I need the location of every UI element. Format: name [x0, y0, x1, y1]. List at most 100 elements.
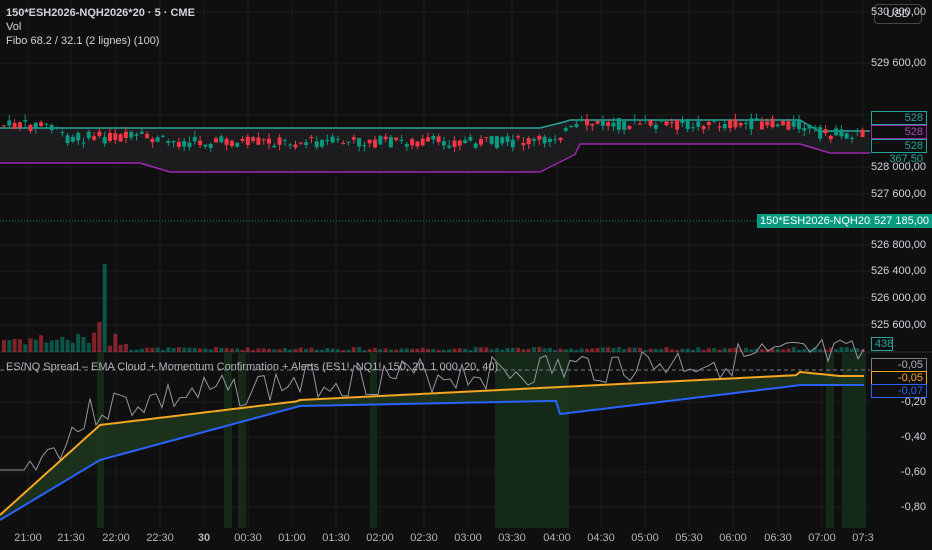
time-axis-label: 22:30	[146, 532, 174, 544]
lower-band-tag: 528 367,50	[871, 139, 927, 165]
candle-body	[659, 119, 664, 122]
volume-bar	[675, 349, 680, 352]
volume-bar	[484, 347, 489, 352]
volume-bar	[240, 349, 245, 352]
vol-label[interactable]: Vol	[6, 20, 195, 34]
candle-body	[775, 124, 780, 127]
candle-body	[17, 122, 22, 128]
candle-body	[680, 119, 685, 124]
volume-bar	[404, 348, 409, 352]
candle-body	[108, 133, 112, 142]
candle-body	[245, 136, 250, 145]
time-axis-label: 02:30	[410, 532, 438, 544]
spread-value-tag: -0,05	[871, 358, 927, 372]
time-axis-label: 01:30	[322, 532, 350, 544]
volume-bar	[219, 348, 224, 352]
candle-body	[367, 139, 372, 144]
volume-bar	[187, 347, 192, 352]
candle-body	[70, 136, 75, 142]
indicator-axis-label: -0,20	[900, 396, 926, 408]
volume-bar	[203, 348, 208, 352]
volume-bar	[595, 348, 600, 352]
candle-body	[738, 123, 743, 126]
candle-body	[76, 133, 81, 141]
candle-body	[447, 145, 452, 148]
volume-bar	[611, 347, 616, 352]
candle-body	[176, 141, 181, 147]
chart-canvas[interactable]	[0, 0, 932, 550]
volume-bar	[431, 349, 436, 352]
candle-body	[521, 142, 526, 146]
candle-body	[12, 122, 17, 129]
volume-bar	[55, 339, 59, 352]
volume-bar	[261, 348, 266, 352]
volume-bar	[706, 348, 711, 352]
candle-body	[791, 121, 796, 127]
fibo-label[interactable]: Fibo 68.2 / 32.1 (2 lignes) (100)	[6, 34, 195, 48]
volume-bar	[850, 348, 854, 352]
volume-bar	[330, 348, 335, 352]
volume-bar	[744, 347, 748, 352]
volume-bar	[113, 333, 118, 352]
volume-bar	[643, 349, 648, 352]
candle-body	[627, 125, 632, 130]
candle-body	[585, 118, 589, 126]
candle-body	[335, 138, 340, 140]
volume-bar	[351, 347, 356, 352]
candle-body	[166, 141, 171, 143]
volume-bar	[362, 349, 367, 352]
volume-bar	[277, 349, 282, 352]
candle-body	[113, 133, 118, 140]
volume-bar	[298, 347, 303, 352]
candle-body	[309, 137, 314, 139]
candle-body	[569, 126, 574, 128]
candle-body	[139, 131, 144, 134]
volume-bar	[166, 347, 171, 352]
candle-body	[203, 144, 208, 147]
volume-bar	[314, 349, 319, 352]
candle-body	[850, 137, 854, 139]
volume-bar	[288, 349, 293, 352]
volume-bar	[388, 349, 393, 352]
volume-bar	[616, 347, 621, 352]
candle-body	[161, 135, 165, 137]
candle-body	[574, 124, 579, 127]
volume-bar	[659, 348, 664, 352]
candle-body	[198, 140, 203, 146]
candle-body	[81, 142, 86, 144]
momentum-zone	[495, 353, 569, 528]
volume-bar	[701, 349, 706, 352]
volume-bar	[399, 348, 404, 352]
candle-body	[49, 125, 54, 131]
volume-bar	[341, 349, 346, 352]
volume-bar	[245, 347, 250, 352]
volume-bar	[558, 348, 563, 352]
volume-bar	[447, 349, 452, 352]
candle-body	[410, 139, 415, 146]
time-axis-label: 21:30	[57, 532, 85, 544]
price-axis-label: 525 600,00	[870, 319, 926, 331]
candle-body	[351, 137, 356, 140]
indicator-title[interactable]: ES/NQ Spread – EMA Cloud + Momentum Conf…	[6, 361, 498, 373]
candle-body	[145, 133, 150, 139]
volume-bar	[282, 348, 287, 352]
candle-body	[357, 138, 362, 147]
volume-bar	[749, 349, 754, 352]
candle-body	[187, 142, 192, 147]
volume-bar	[574, 349, 579, 352]
time-axis-label: 06:30	[764, 532, 792, 544]
symbol-title[interactable]: 150*ESH2026-NQH2026*20 · 5 · CME	[6, 6, 195, 20]
candle-body	[277, 137, 282, 145]
momentum-zone	[370, 353, 377, 528]
candle-body	[722, 124, 727, 129]
volume-bar	[383, 348, 388, 352]
volume-tag: 438	[871, 337, 893, 351]
mid-band-tag: 528 367,75	[871, 125, 927, 151]
volume-bar	[494, 348, 499, 352]
volume-bar	[346, 349, 351, 352]
candle-body	[192, 136, 197, 142]
volume-bar	[44, 342, 49, 352]
volume-bar	[335, 349, 340, 352]
candle-body	[399, 139, 404, 141]
time-axis-label: 07:00	[808, 532, 836, 544]
